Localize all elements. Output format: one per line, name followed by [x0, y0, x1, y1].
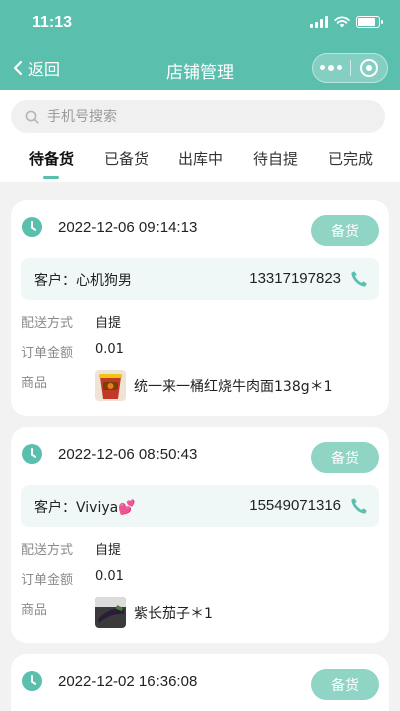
- order-header: 2022-12-06 08:50:43: [22, 444, 197, 464]
- amount-value: 0.01: [95, 342, 124, 357]
- phone-icon[interactable]: [349, 269, 369, 289]
- mini-program-capsule: [312, 53, 388, 83]
- customer-info: 客户：Viviya💕 15549071316: [21, 485, 379, 527]
- tab-to-prepare[interactable]: 待备货: [29, 148, 74, 169]
- goods-label: 商品: [21, 376, 48, 391]
- navbar: 返回 店铺管理: [0, 46, 400, 90]
- delivery-value: 自提: [95, 543, 122, 558]
- search-input[interactable]: [47, 108, 347, 125]
- order-card[interactable]: 2022-12-06 08:50:43 备货 客户：Viviya💕 155490…: [11, 427, 389, 643]
- order-time: 2022-12-06 09:14:13: [58, 218, 198, 236]
- amount-value: 0.01: [95, 569, 124, 584]
- order-status-tabs: 待备货 已备货 出库中 待自提 已完成: [0, 140, 400, 182]
- wifi-icon: [334, 16, 350, 28]
- battery-icon: [356, 16, 383, 28]
- goods-label: 商品: [21, 603, 48, 618]
- target-icon: [359, 59, 378, 77]
- tab-shipping[interactable]: 出库中: [178, 148, 223, 169]
- customer-name: 客户：Viviya💕: [34, 500, 136, 516]
- more-button[interactable]: [313, 54, 350, 82]
- phone-icon[interactable]: [349, 496, 369, 516]
- tab-completed[interactable]: 已完成: [328, 148, 373, 169]
- tab-to-pickup[interactable]: 待自提: [253, 148, 298, 169]
- prepare-stock-button[interactable]: 备货: [311, 669, 379, 700]
- product-image-eggplant: [95, 597, 126, 628]
- active-tab-indicator: [43, 176, 59, 179]
- customer-name: 客户：心机狗男: [34, 273, 132, 289]
- filter-area: 待备货 已备货 出库中 待自提 已完成: [0, 90, 400, 182]
- order-header: 2022-12-06 09:14:13: [22, 217, 197, 237]
- order-card[interactable]: 2022-12-06 09:14:13 备货 客户：心机狗男 133171978…: [11, 200, 389, 416]
- delivery-label: 配送方式: [21, 316, 74, 331]
- delivery-value: 自提: [95, 316, 122, 331]
- clock-icon: [22, 217, 42, 237]
- prepare-stock-button[interactable]: 备货: [311, 215, 379, 246]
- system-icons: [310, 16, 383, 28]
- more-dots-icon: [320, 65, 343, 71]
- product-name: 紫长茄子＊1: [134, 606, 213, 622]
- customer-phone: 13317197823: [249, 270, 341, 287]
- product-name: 统一来一桶红烧牛肉面138g＊1: [134, 379, 333, 395]
- clock-icon: [22, 444, 42, 464]
- order-header: 2022-12-02 16:36:08: [22, 671, 197, 691]
- delivery-label: 配送方式: [21, 543, 74, 558]
- order-time: 2022-12-06 08:50:43: [58, 445, 198, 463]
- amount-label: 订单金额: [21, 346, 74, 361]
- prepare-stock-button[interactable]: 备货: [311, 442, 379, 473]
- customer-info: 客户：心机狗男 13317197823: [21, 258, 379, 300]
- order-time: 2022-12-02 16:36:08: [58, 672, 198, 690]
- status-time: 11:13: [32, 14, 73, 31]
- customer-phone: 15549071316: [249, 497, 341, 514]
- search-bar[interactable]: [11, 100, 385, 133]
- header: 11:13 返回 店铺管理: [0, 0, 400, 90]
- status-bar: 11:13: [0, 0, 400, 46]
- signal-icon: [310, 16, 328, 28]
- clock-icon: [22, 671, 42, 691]
- order-card[interactable]: 2022-12-02 16:36:08 备货: [11, 654, 389, 711]
- search-icon: [25, 110, 39, 124]
- close-mini-program-button[interactable]: [351, 54, 388, 82]
- amount-label: 订单金额: [21, 573, 74, 588]
- product-image-noodle-cup: [95, 370, 126, 401]
- tab-prepared[interactable]: 已备货: [104, 148, 149, 169]
